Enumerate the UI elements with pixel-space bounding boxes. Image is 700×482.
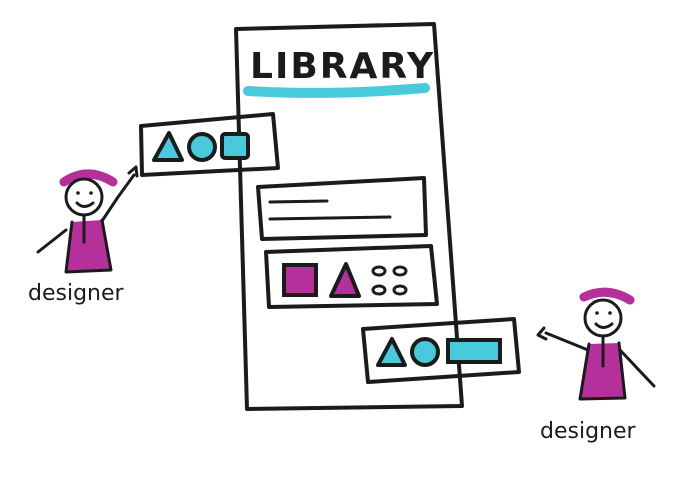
library-card-text [256,176,428,241]
library-title-underline [243,83,430,98]
component-card-top-left [139,112,280,177]
rectangle-icon [446,338,502,364]
component-card-bottom-right [361,317,521,384]
oval-dots-icon [371,265,408,296]
library-diagram: LIBRARY designer designer [28,22,656,444]
triangle-icon [376,337,407,367]
circle-icon [187,132,217,162]
library-title: LIBRARY [250,46,435,87]
designer-right: designer [536,287,656,444]
designer-right-cap [579,287,635,305]
designer-left: designer [28,165,139,306]
designer-right-label: designer [540,419,637,444]
triangle-icon [152,131,184,162]
circle-icon [410,337,440,367]
designer-left-label: designer [28,281,125,306]
square-icon [282,263,318,297]
triangle-icon [329,262,361,298]
square-icon [220,132,250,160]
library-card-components [264,244,439,309]
